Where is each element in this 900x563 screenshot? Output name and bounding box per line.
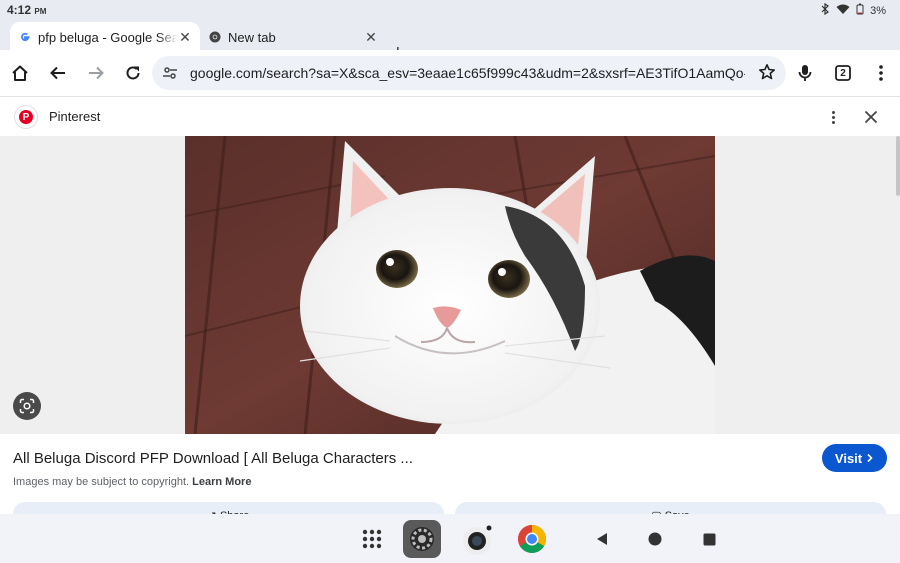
arrow-left-icon [50,66,65,80]
copyright-text: Images may be subject to copyright. [13,476,190,488]
chevron-right-icon [867,453,873,463]
pinterest-logo-icon: P [14,105,38,129]
recents-nav-button[interactable] [701,531,717,547]
home-nav-button[interactable] [647,531,663,547]
result-image[interactable] [185,136,715,434]
settings-app-button[interactable] [403,520,441,558]
visit-button[interactable]: Visit [822,444,887,472]
back-nav-button[interactable] [594,531,610,547]
google-lens-button[interactable] [13,392,41,420]
battery-percent: 3% [870,4,886,17]
reload-button[interactable] [121,61,145,85]
microphone-icon [798,65,812,81]
bluetooth-icon [821,2,830,18]
status-icons: 3% [821,2,886,18]
close-viewer-button[interactable] [861,107,881,127]
reload-icon [126,66,140,80]
google-g-icon [18,30,32,44]
arrow-right-icon [89,66,104,80]
tab-strip: pfp beluga - Google Search ✕ New tab ✕ + [0,20,900,64]
clock-ampm: PM [34,7,47,16]
home-icon [12,65,28,81]
source-name[interactable]: Pinterest [49,109,100,124]
voice-search-button[interactable] [793,61,817,85]
clock: 4:12 PM [7,3,46,17]
result-title[interactable]: All Beluga Discord PFP Download [ All Be… [13,450,413,467]
home-circle-icon [648,532,662,546]
visit-label: Visit [834,450,863,466]
result-details: All Beluga Discord PFP Download [ All Be… [0,434,900,526]
clock-time: 4:12 [7,3,32,17]
site-settings-icon[interactable] [162,65,178,86]
scrollbar[interactable] [896,136,900,196]
chrome-icon [208,30,222,44]
address-bar[interactable]: google.com/search?sa=X&sca_esv=3eaae1c65… [152,56,786,90]
close-tab-icon[interactable]: ✕ [178,29,192,46]
image-preview-area [0,136,900,434]
chrome-app-icon [518,525,546,553]
wifi-icon [836,4,850,18]
browser-menu-button[interactable] [869,61,893,85]
more-options-button[interactable] [823,107,843,127]
close-icon [864,110,878,124]
app-drawer-button[interactable] [360,527,384,551]
learn-more-link[interactable]: Learn More [192,476,251,488]
home-button[interactable] [8,61,32,85]
system-navigation-bar [0,514,900,563]
forward-button[interactable] [84,61,108,85]
tab-title: New tab [228,29,276,45]
tab-count: 2 [840,67,846,79]
more-vert-icon [879,65,883,81]
browser-toolbar: google.com/search?sa=X&sca_esv=3eaae1c65… [0,50,900,96]
settings-app-icon [403,520,441,558]
back-triangle-icon [597,533,607,545]
lens-icon [19,398,35,414]
tab-new-tab[interactable]: New tab ✕ [200,22,386,52]
recents-square-icon [703,533,715,545]
image-viewer-header: P Pinterest [0,96,900,136]
tab-switcher-button[interactable]: 2 [831,61,855,85]
app-grid-icon [362,529,382,549]
camera-app-icon [463,525,492,555]
close-tab-icon[interactable]: ✕ [364,29,378,46]
chrome-app-button[interactable] [516,523,548,555]
url-text[interactable]: google.com/search?sa=X&sca_esv=3eaae1c65… [190,65,745,81]
bookmark-star-icon[interactable] [758,63,776,86]
copyright-notice: Images may be subject to copyright. Lear… [13,476,251,488]
tab-google-search[interactable]: pfp beluga - Google Search ✕ [10,22,200,52]
status-bar: 4:12 PM 3% [0,0,900,20]
back-button[interactable] [46,61,70,85]
battery-icon [856,3,864,18]
tab-title: pfp beluga - Google Search [38,29,178,45]
camera-app-button[interactable] [459,522,495,558]
